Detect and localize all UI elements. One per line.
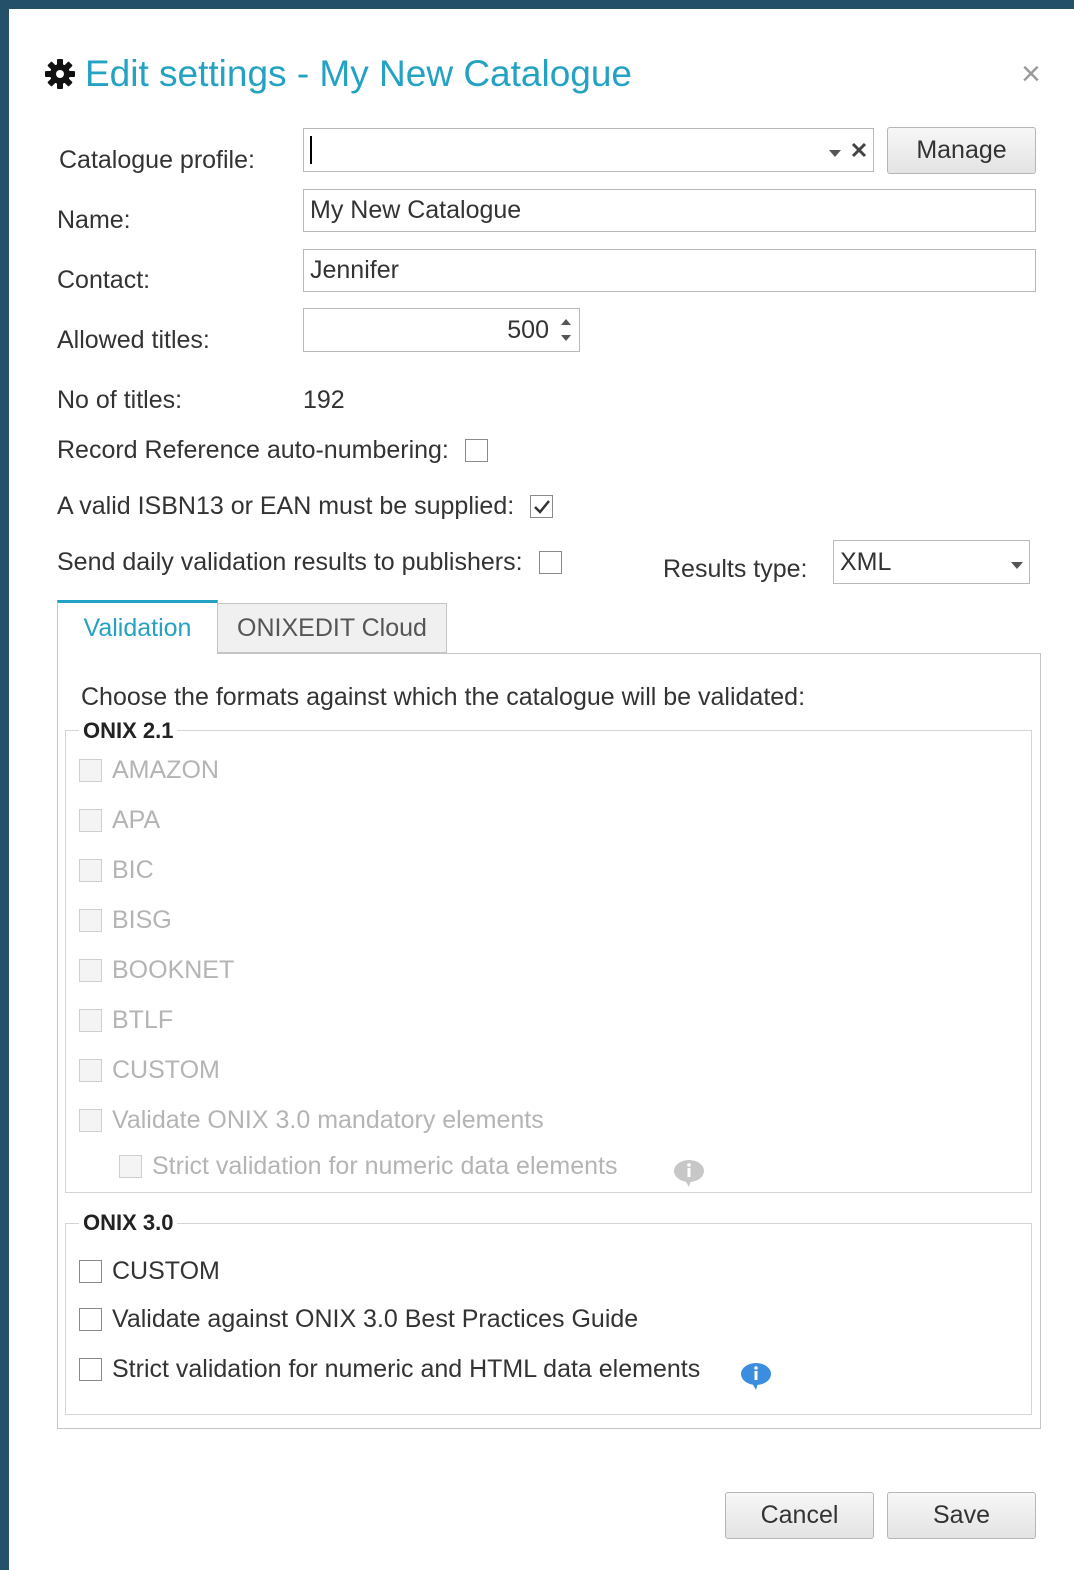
chevron-down-icon[interactable]	[1011, 548, 1023, 577]
allowed-titles-label: Allowed titles:	[57, 326, 210, 354]
allowed-titles-stepper[interactable]: 500	[303, 308, 580, 352]
send-daily-label: Send daily validation results to publish…	[57, 548, 523, 576]
edit-settings-dialog: Edit settings - My New Catalogue × Catal…	[0, 0, 1074, 1570]
onix21-option-label: APA	[112, 806, 161, 834]
catalogue-profile-combobox[interactable]	[303, 128, 874, 172]
onix21-option-label: Validate ONIX 3.0 mandatory elements	[112, 1106, 544, 1134]
close-icon[interactable]: ×	[1021, 57, 1041, 91]
onix30-checkbox[interactable]	[79, 1358, 102, 1381]
allowed-titles-value: 500	[507, 315, 549, 344]
contact-label: Contact:	[57, 266, 151, 294]
onix21-checkbox[interactable]	[79, 1109, 102, 1132]
onix21-checkbox[interactable]	[79, 1059, 102, 1082]
onix21-checkbox[interactable]	[79, 1009, 102, 1032]
onix21-option-label: BISG	[112, 906, 172, 934]
isbn-row: A valid ISBN13 or EAN must be supplied:	[57, 492, 554, 521]
onix21-option-booknet[interactable]: BOOKNET	[79, 956, 234, 985]
record-ref-label: Record Reference auto-numbering:	[57, 436, 449, 464]
onix21-checkbox[interactable]	[79, 959, 102, 982]
text-cursor	[310, 136, 312, 164]
isbn-label: A valid ISBN13 or EAN must be supplied:	[57, 492, 515, 520]
onix30-checkbox[interactable]	[79, 1260, 102, 1283]
gear-icon	[43, 57, 77, 91]
onix21-checkbox[interactable]	[79, 859, 102, 882]
onix30-legend: ONIX 3.0	[79, 1210, 178, 1236]
no-of-titles-value: 192	[303, 386, 345, 414]
onix30-option-custom[interactable]: CUSTOM	[79, 1257, 220, 1286]
isbn-checkbox[interactable]	[530, 495, 554, 518]
checkmark-icon	[533, 499, 550, 514]
onix21-option-label: AMAZON	[112, 756, 219, 784]
onix21-checkbox[interactable]	[119, 1155, 142, 1178]
name-label: Name:	[57, 206, 131, 234]
onix30-option-label: Strict validation for numeric and HTML d…	[112, 1355, 701, 1383]
onix21-option-label: BIC	[112, 856, 154, 884]
onix21-option-label: BTLF	[112, 1006, 174, 1034]
onix30-option-label: Validate against ONIX 3.0 Best Practices…	[112, 1305, 639, 1333]
onix30-option-strict-html[interactable]: Strict validation for numeric and HTML d…	[79, 1355, 700, 1384]
info-icon[interactable]	[671, 1156, 707, 1193]
onix21-option-bic[interactable]: BIC	[79, 856, 154, 885]
dialog-title-text: Edit settings - My New Catalogue	[85, 53, 633, 94]
manage-button[interactable]: Manage	[887, 127, 1036, 174]
catalogue-profile-label: Catalogue profile:	[59, 146, 255, 174]
results-type-label: Results type:	[663, 555, 808, 583]
dialog-title: Edit settings - My New Catalogue	[43, 53, 632, 95]
info-icon[interactable]	[738, 1359, 774, 1396]
onix21-option-bisg[interactable]: BISG	[79, 906, 172, 935]
onix21-legend: ONIX 2.1	[79, 718, 178, 744]
no-of-titles-label: No of titles:	[57, 386, 183, 414]
send-daily-checkbox[interactable]	[538, 551, 562, 574]
tab-onixedit-cloud[interactable]: ONIXEDIT Cloud	[217, 603, 447, 653]
cancel-button[interactable]: Cancel	[725, 1492, 874, 1539]
onix30-option-label: CUSTOM	[112, 1257, 220, 1285]
name-field[interactable]: My New Catalogue	[303, 189, 1036, 232]
onix21-option-label: Strict validation for numeric data eleme…	[152, 1152, 618, 1180]
save-button[interactable]: Save	[887, 1492, 1036, 1539]
onix21-checkbox[interactable]	[79, 909, 102, 932]
record-ref-row: Record Reference auto-numbering:	[57, 436, 488, 465]
contact-field[interactable]: Jennifer	[303, 249, 1036, 292]
onix21-option-amazon[interactable]: AMAZON	[79, 756, 219, 785]
onix30-option-best-practices[interactable]: Validate against ONIX 3.0 Best Practices…	[79, 1305, 638, 1334]
chevron-down-icon[interactable]	[829, 136, 841, 165]
onix21-checkbox[interactable]	[79, 759, 102, 782]
onix21-option-btlf[interactable]: BTLF	[79, 1006, 173, 1035]
record-ref-checkbox[interactable]	[464, 439, 488, 462]
onix21-option-apa[interactable]: APA	[79, 806, 160, 835]
send-daily-row: Send daily validation results to publish…	[57, 548, 562, 577]
onix21-option-label: CUSTOM	[112, 1056, 220, 1084]
tab-validation[interactable]: Validation	[57, 600, 218, 654]
stepper-arrows-icon[interactable]	[560, 315, 572, 352]
onix21-option-custom[interactable]: CUSTOM	[79, 1056, 220, 1085]
clear-icon[interactable]	[851, 136, 867, 165]
onix21-option-mandatory[interactable]: Validate ONIX 3.0 mandatory elements	[79, 1106, 544, 1135]
validation-intro: Choose the formats against which the cat…	[81, 683, 806, 711]
onix30-checkbox[interactable]	[79, 1308, 102, 1331]
results-type-select[interactable]: XML	[833, 540, 1030, 584]
onix21-option-label: BOOKNET	[112, 956, 235, 984]
onix21-option-strict-numeric[interactable]: Strict validation for numeric data eleme…	[119, 1152, 618, 1181]
results-type-value: XML	[840, 547, 892, 576]
onix21-checkbox[interactable]	[79, 809, 102, 832]
